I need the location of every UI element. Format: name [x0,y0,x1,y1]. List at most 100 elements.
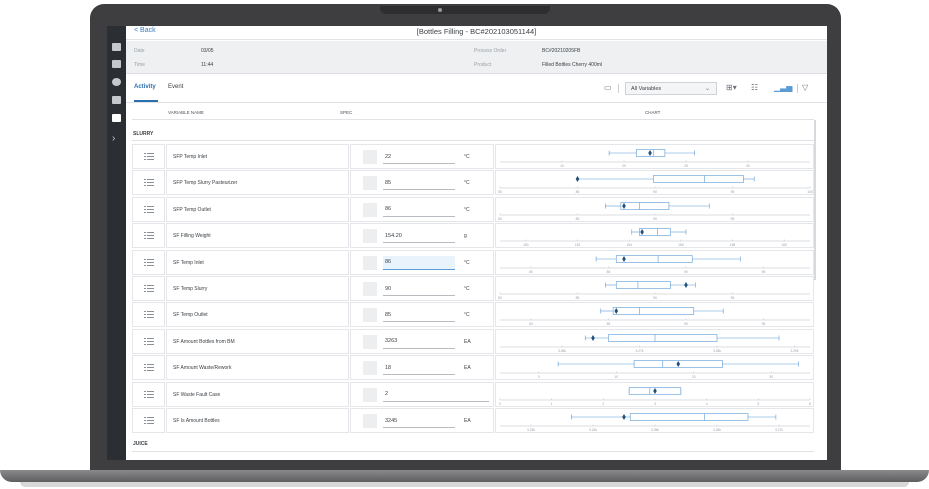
spec-checkbox[interactable] [363,282,377,296]
target-icon[interactable] [112,78,121,86]
list-detail-icon[interactable] [144,337,154,346]
spec-checkbox[interactable] [363,176,377,191]
camera-icon [438,8,442,12]
spec-value-input[interactable] [383,229,455,244]
spec-value-input[interactable] [383,282,455,296]
header-divider [132,119,814,120]
main-panel: < Back [Bottles Filling - BC#20210305114… [126,26,827,460]
variable-filter-select[interactable]: All Variables ⌄ [625,82,717,95]
laptop-base-shadow [20,482,909,487]
tick-label: 5 [757,402,759,406]
variable-name: SF Temp Slurry [173,286,208,292]
variable-name-cell: SF Is Amount Bottles [166,408,349,433]
spec-value-input[interactable] [383,334,455,349]
tick-label: 160 [781,243,787,247]
filter-icon[interactable]: ▽ [802,83,808,93]
spec-unit: EA [464,338,471,345]
spec-value-input[interactable] [383,176,455,191]
tick-label: 90 [653,217,657,221]
table-row: SF Is Amount BottlesEA3.23k3.24k3.25k3.2… [132,408,814,435]
tick-label: 3.24k [589,428,597,432]
tick-label: 90 [653,190,657,194]
list-detail-icon[interactable] [144,205,154,214]
barcode-icon[interactable] [112,114,121,122]
spec-checkbox[interactable] [363,150,377,164]
current-value-marker [622,414,626,420]
table-row: SFP Temp Outlet °C 80 85 90 95 [132,196,814,224]
spec-checkbox[interactable] [363,334,377,349]
tab-activity[interactable]: Activity [134,84,156,90]
dashboard-icon[interactable] [112,43,121,51]
box-iqr [639,228,671,236]
chart-cell: 80 85 90 95 100 [495,170,814,196]
spec-cell: °C [350,249,494,275]
column-header-spec: SPEC [340,110,353,115]
spec-value-input[interactable] [383,150,455,164]
spec-value-input[interactable] [383,255,455,270]
list-detail-icon[interactable] [144,232,154,240]
spec-value-input[interactable] [383,308,455,323]
list-detail-icon[interactable] [144,285,154,293]
scrollbar[interactable] [814,120,816,280]
variable-name-cell: SFP Temp Inlet [166,144,349,169]
grid-view-icon[interactable]: ⊞▾ [726,83,737,93]
box-plot: 80 85 90 95 [500,307,810,326]
list-view-icon[interactable]: ☷ [751,83,758,93]
tab-event[interactable]: Event [168,84,183,90]
spec-unit: °C [464,259,470,266]
clipboard-icon[interactable] [112,96,121,104]
chart-cell: 0 1 2 3 4 5 6 [495,381,814,407]
list-detail-icon[interactable] [144,311,154,319]
tick-label: 100 [807,190,813,194]
tick-label: 95 [731,217,735,221]
variable-name: SFP Temp Inlet [173,154,207,160]
comment-icon[interactable]: ▭ [604,83,612,93]
spec-checkbox[interactable] [363,308,377,323]
chart-view-icon[interactable]: ▁▃▅ [774,83,792,93]
spec-checkbox[interactable] [363,229,377,244]
row-icon-cell [132,381,165,407]
spec-value-input[interactable] [383,414,455,428]
chevron-down-icon: ⌄ [704,86,710,92]
tick-label: 156 [678,243,684,247]
tick-label: 95 [762,270,766,274]
tick-label: 3 [654,402,656,406]
toolbar-divider-2 [797,84,798,93]
chart-cell: 80 85 90 95 [495,196,814,222]
list-detail-icon[interactable] [144,258,154,267]
spec-unit: EA [464,365,471,372]
tick-label: 1 [551,402,553,406]
screen: › < Back [Bottles Filling - BC#202103051… [107,26,827,460]
list-detail-icon[interactable] [144,153,154,161]
variable-name: SF Amount Bottles from BM [173,338,235,345]
row-icon-cell [132,249,165,275]
chevron-right-icon[interactable]: › [112,134,115,144]
chart-cell: 80 85 90 95 [495,276,814,301]
spec-cell [350,381,494,407]
spec-checkbox[interactable] [363,255,377,270]
table-row: SFP Temp Inlet °C 10 20 25 30 [132,144,814,171]
list-detail-icon[interactable] [144,390,154,399]
box-iqr [620,201,670,210]
variable-name: SF Waste Fault Case [173,391,221,398]
spec-checkbox[interactable] [363,387,377,402]
list-detail-icon[interactable] [144,179,154,187]
table-row: SF Amount Bottles from BMEA3.26k3.27k3.2… [132,328,814,356]
tick-label: 90 [684,270,688,274]
list-detail-icon[interactable] [144,417,154,425]
spec-checkbox[interactable] [363,361,377,376]
table-row: SF Waste Fault Case 0 1 2 3 4 5 6 [132,381,814,409]
spec-cell: °C [350,276,494,301]
table-row: SF Temp Outlet °C 80 85 90 95 [132,302,814,329]
spec-checkbox[interactable] [363,414,377,428]
document-icon[interactable] [112,60,121,68]
list-detail-icon[interactable] [144,364,154,372]
box-iqr [615,281,671,289]
variable-name-cell: SFP Temp Outlet [166,196,349,222]
spec-checkbox[interactable] [363,202,377,217]
tick-label: 85 [576,190,580,194]
spec-value-input[interactable] [383,361,455,376]
spec-value-input[interactable] [383,387,489,402]
tick-label: 95 [762,322,766,326]
spec-value-input[interactable] [383,202,455,217]
